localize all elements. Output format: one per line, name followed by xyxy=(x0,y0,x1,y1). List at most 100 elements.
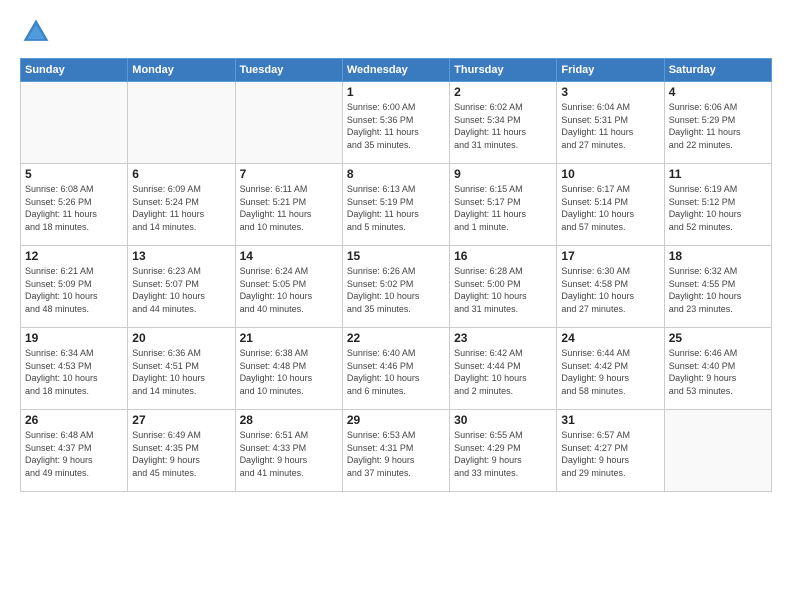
day-cell: 28 Sunrise: 6:51 AM Sunset: 4:33 PM Dayli… xyxy=(235,410,342,492)
day-number: 1 xyxy=(347,85,445,99)
day-cell: 31 Sunrise: 6:57 AM Sunset: 4:27 PM Dayli… xyxy=(557,410,664,492)
day-cell: 6 Sunrise: 6:09 AM Sunset: 5:24 PM Daylig… xyxy=(128,164,235,246)
day-info: Sunrise: 6:21 AM Sunset: 5:09 PM Dayligh… xyxy=(25,265,123,315)
day-cell: 1 Sunrise: 6:00 AM Sunset: 5:36 PM Daylig… xyxy=(342,82,449,164)
weekday-header-sunday: Sunday xyxy=(21,59,128,82)
weekday-header-tuesday: Tuesday xyxy=(235,59,342,82)
day-info: Sunrise: 6:48 AM Sunset: 4:37 PM Dayligh… xyxy=(25,429,123,479)
logo xyxy=(20,16,56,48)
day-cell: 26 Sunrise: 6:48 AM Sunset: 4:37 PM Dayli… xyxy=(21,410,128,492)
day-number: 10 xyxy=(561,167,659,181)
header xyxy=(20,16,772,48)
day-number: 31 xyxy=(561,413,659,427)
day-number: 5 xyxy=(25,167,123,181)
day-number: 18 xyxy=(669,249,767,263)
day-info: Sunrise: 6:49 AM Sunset: 4:35 PM Dayligh… xyxy=(132,429,230,479)
day-number: 4 xyxy=(669,85,767,99)
day-cell xyxy=(128,82,235,164)
day-cell: 7 Sunrise: 6:11 AM Sunset: 5:21 PM Daylig… xyxy=(235,164,342,246)
day-info: Sunrise: 6:40 AM Sunset: 4:46 PM Dayligh… xyxy=(347,347,445,397)
day-number: 30 xyxy=(454,413,552,427)
day-number: 9 xyxy=(454,167,552,181)
week-row-4: 19Sunrise: 6:34 AM Sunset: 4:53 PM Dayli… xyxy=(21,328,772,410)
day-info: Sunrise: 6:55 AM Sunset: 4:29 PM Dayligh… xyxy=(454,429,552,479)
day-number: 29 xyxy=(347,413,445,427)
day-number: 23 xyxy=(454,331,552,345)
day-info: Sunrise: 6:19 AM Sunset: 5:12 PM Dayligh… xyxy=(669,183,767,233)
day-cell: 17 Sunrise: 6:30 AM Sunset: 4:58 PM Dayli… xyxy=(557,246,664,328)
page: SundayMondayTuesdayWednesdayThursdayFrid… xyxy=(0,0,792,612)
day-info: Sunrise: 6:36 AM Sunset: 4:51 PM Dayligh… xyxy=(132,347,230,397)
weekday-header-row: SundayMondayTuesdayWednesdayThursdayFrid… xyxy=(21,59,772,82)
day-info: Sunrise: 6:51 AM Sunset: 4:33 PM Dayligh… xyxy=(240,429,338,479)
day-cell xyxy=(235,82,342,164)
day-info: Sunrise: 6:44 AM Sunset: 4:42 PM Dayligh… xyxy=(561,347,659,397)
day-cell: 21 Sunrise: 6:38 AM Sunset: 4:48 PM Dayli… xyxy=(235,328,342,410)
day-number: 8 xyxy=(347,167,445,181)
day-number: 24 xyxy=(561,331,659,345)
day-info: Sunrise: 6:23 AM Sunset: 5:07 PM Dayligh… xyxy=(132,265,230,315)
day-cell: 30 Sunrise: 6:55 AM Sunset: 4:29 PM Dayli… xyxy=(450,410,557,492)
day-number: 13 xyxy=(132,249,230,263)
day-info: Sunrise: 6:46 AM Sunset: 4:40 PM Dayligh… xyxy=(669,347,767,397)
day-cell: 24 Sunrise: 6:44 AM Sunset: 4:42 PM Dayli… xyxy=(557,328,664,410)
day-cell: 13 Sunrise: 6:23 AM Sunset: 5:07 PM Dayli… xyxy=(128,246,235,328)
day-number: 7 xyxy=(240,167,338,181)
day-cell: 8 Sunrise: 6:13 AM Sunset: 5:19 PM Daylig… xyxy=(342,164,449,246)
week-row-2: 5Sunrise: 6:08 AM Sunset: 5:26 PM Daylig… xyxy=(21,164,772,246)
week-row-5: 26 Sunrise: 6:48 AM Sunset: 4:37 PM Dayli… xyxy=(21,410,772,492)
day-number: 22 xyxy=(347,331,445,345)
day-cell: 18 Sunrise: 6:32 AM Sunset: 4:55 PM Dayli… xyxy=(664,246,771,328)
day-info: Sunrise: 6:38 AM Sunset: 4:48 PM Dayligh… xyxy=(240,347,338,397)
day-number: 15 xyxy=(347,249,445,263)
day-info: Sunrise: 6:32 AM Sunset: 4:55 PM Dayligh… xyxy=(669,265,767,315)
day-number: 14 xyxy=(240,249,338,263)
weekday-header-friday: Friday xyxy=(557,59,664,82)
day-number: 12 xyxy=(25,249,123,263)
day-number: 26 xyxy=(25,413,123,427)
day-info: Sunrise: 6:34 AM Sunset: 4:53 PM Dayligh… xyxy=(25,347,123,397)
day-info: Sunrise: 6:30 AM Sunset: 4:58 PM Dayligh… xyxy=(561,265,659,315)
week-row-3: 12 Sunrise: 6:21 AM Sunset: 5:09 PM Dayli… xyxy=(21,246,772,328)
day-cell: 15 Sunrise: 6:26 AM Sunset: 5:02 PM Dayli… xyxy=(342,246,449,328)
day-cell: 25 Sunrise: 6:46 AM Sunset: 4:40 PM Dayli… xyxy=(664,328,771,410)
calendar-table: SundayMondayTuesdayWednesdayThursdayFrid… xyxy=(20,58,772,492)
day-number: 16 xyxy=(454,249,552,263)
day-cell: 19Sunrise: 6:34 AM Sunset: 4:53 PM Dayli… xyxy=(21,328,128,410)
day-cell xyxy=(664,410,771,492)
day-info: Sunrise: 6:28 AM Sunset: 5:00 PM Dayligh… xyxy=(454,265,552,315)
day-info: Sunrise: 6:17 AM Sunset: 5:14 PM Dayligh… xyxy=(561,183,659,233)
day-number: 20 xyxy=(132,331,230,345)
day-info: Sunrise: 6:00 AM Sunset: 5:36 PM Dayligh… xyxy=(347,101,445,151)
day-info: Sunrise: 6:42 AM Sunset: 4:44 PM Dayligh… xyxy=(454,347,552,397)
day-number: 6 xyxy=(132,167,230,181)
day-cell: 16 Sunrise: 6:28 AM Sunset: 5:00 PM Dayli… xyxy=(450,246,557,328)
day-cell: 9Sunrise: 6:15 AM Sunset: 5:17 PM Daylig… xyxy=(450,164,557,246)
day-number: 21 xyxy=(240,331,338,345)
day-number: 2 xyxy=(454,85,552,99)
day-cell xyxy=(21,82,128,164)
day-cell: 10 Sunrise: 6:17 AM Sunset: 5:14 PM Dayli… xyxy=(557,164,664,246)
day-cell: 22 Sunrise: 6:40 AM Sunset: 4:46 PM Dayli… xyxy=(342,328,449,410)
day-number: 25 xyxy=(669,331,767,345)
day-cell: 5Sunrise: 6:08 AM Sunset: 5:26 PM Daylig… xyxy=(21,164,128,246)
day-cell: 20 Sunrise: 6:36 AM Sunset: 4:51 PM Dayli… xyxy=(128,328,235,410)
day-info: Sunrise: 6:53 AM Sunset: 4:31 PM Dayligh… xyxy=(347,429,445,479)
day-number: 3 xyxy=(561,85,659,99)
day-info: Sunrise: 6:11 AM Sunset: 5:21 PM Dayligh… xyxy=(240,183,338,233)
day-info: Sunrise: 6:09 AM Sunset: 5:24 PM Dayligh… xyxy=(132,183,230,233)
week-row-1: 1 Sunrise: 6:00 AM Sunset: 5:36 PM Daylig… xyxy=(21,82,772,164)
day-info: Sunrise: 6:26 AM Sunset: 5:02 PM Dayligh… xyxy=(347,265,445,315)
day-number: 28 xyxy=(240,413,338,427)
day-info: Sunrise: 6:13 AM Sunset: 5:19 PM Dayligh… xyxy=(347,183,445,233)
day-cell: 29 Sunrise: 6:53 AM Sunset: 4:31 PM Dayli… xyxy=(342,410,449,492)
day-number: 17 xyxy=(561,249,659,263)
day-cell: 11Sunrise: 6:19 AM Sunset: 5:12 PM Dayli… xyxy=(664,164,771,246)
day-cell: 23 Sunrise: 6:42 AM Sunset: 4:44 PM Dayli… xyxy=(450,328,557,410)
day-cell: 27Sunrise: 6:49 AM Sunset: 4:35 PM Dayli… xyxy=(128,410,235,492)
logo-icon xyxy=(20,16,52,48)
day-cell: 4Sunrise: 6:06 AM Sunset: 5:29 PM Daylig… xyxy=(664,82,771,164)
day-info: Sunrise: 6:02 AM Sunset: 5:34 PM Dayligh… xyxy=(454,101,552,151)
day-cell: 14Sunrise: 6:24 AM Sunset: 5:05 PM Dayli… xyxy=(235,246,342,328)
day-info: Sunrise: 6:57 AM Sunset: 4:27 PM Dayligh… xyxy=(561,429,659,479)
